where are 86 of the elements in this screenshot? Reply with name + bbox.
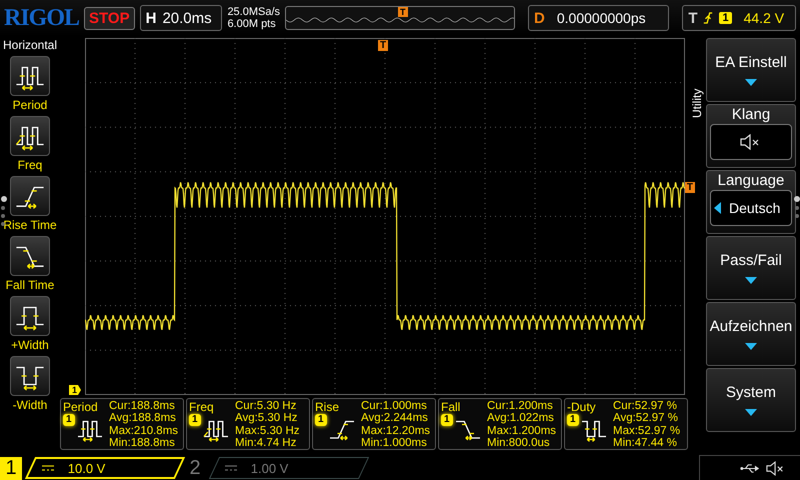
measurement-value: Max:210.8ms — [109, 424, 178, 437]
measurement-value: Avg:1.022ms — [487, 412, 555, 425]
language-select[interactable]: Deutsch — [710, 190, 792, 226]
measurement-name: Rise — [315, 400, 340, 414]
measurement-value: Avg:188.8ms — [109, 412, 177, 425]
menu-option-label: Language — [718, 171, 784, 190]
dc-coupling-icon — [42, 465, 54, 471]
measurement-value: Min:1.000ms — [361, 436, 428, 450]
measurement-value: Max:1.200ms — [487, 424, 556, 437]
measure-type-button[interactable] — [10, 356, 50, 396]
measure-type-button[interactable] — [10, 176, 50, 216]
dropdown-arrow-icon — [745, 343, 757, 350]
measurement-value: Cur:52.97 % — [613, 400, 678, 412]
source-badge: 1 — [441, 414, 453, 426]
measurement-name: Period — [63, 400, 99, 414]
measure-type-button[interactable] — [10, 56, 50, 96]
measure-type-label: -Width — [12, 398, 48, 412]
timebase-value: 20.0ms — [162, 10, 213, 26]
channel-marker[interactable]: 1 — [69, 385, 82, 395]
measure-type-label: Period — [12, 98, 48, 112]
trigger-level-marker[interactable]: T — [684, 182, 695, 193]
measurement-value: Min:800.0us — [487, 436, 551, 450]
measurement-value: Max:12.20ms — [361, 424, 430, 437]
menu-button[interactable]: Aufzeichnen — [706, 302, 796, 366]
measurement-name: -Duty — [567, 400, 597, 414]
measurement-value: Cur:1.200ms — [487, 400, 554, 412]
memory-depth: 6.00M pts — [227, 18, 277, 30]
menu-button[interactable]: Pass/Fail — [706, 236, 796, 300]
measurement-value: Max:5.30 Hz — [235, 424, 300, 437]
trigger-source-badge: 1 — [719, 12, 732, 24]
source-badge: 1 — [189, 414, 201, 426]
dropdown-arrow-icon — [745, 277, 757, 284]
source-badge: 1 — [567, 414, 579, 426]
measurement-value: Min:188.8ms — [109, 436, 176, 450]
measurement-name: Fall — [441, 400, 462, 414]
trigger-level: 44.2 V — [744, 10, 784, 26]
brand-logo: RIGOL — [4, 4, 80, 32]
dropdown-arrow-icon — [745, 409, 757, 416]
measure-type-label: +Width — [11, 338, 49, 352]
timebase-label: H — [146, 10, 156, 26]
menu-button[interactable]: EA Einstell — [706, 38, 796, 102]
measure-type-button[interactable] — [10, 296, 50, 336]
sound-toggle[interactable] — [710, 124, 792, 160]
channel-scale-tab[interactable]: 10.0 V — [24, 457, 186, 479]
menu-title: Horizontal — [2, 38, 58, 52]
trigger-label: T — [688, 10, 698, 26]
measurement-value: Avg:5.30 Hz — [235, 412, 298, 425]
measurement-value: Cur:1.000ms — [361, 400, 428, 412]
measurement-value: Cur:5.30 Hz — [235, 400, 298, 412]
measurement-value: Max:52.97 % — [613, 424, 680, 437]
channel-scale: 10.0 V — [68, 460, 106, 476]
page-indicator — [794, 196, 800, 218]
measurement-value: Min:4.74 Hz — [235, 436, 298, 450]
source-badge: 1 — [315, 414, 327, 426]
rising-edge-icon — [703, 11, 714, 25]
delay-panel[interactable]: D 0.00000000ps — [528, 5, 670, 31]
measurement-value: Cur:188.8ms — [109, 400, 176, 412]
channel-number: 2 — [188, 456, 202, 480]
measure-type-label: Freq — [18, 158, 42, 172]
timebase-panel[interactable]: H 20.0ms — [140, 5, 222, 31]
delay-label: D — [534, 10, 545, 26]
measure-type-label: Rise Time — [3, 218, 57, 232]
delay-value: 0.00000000ps — [556, 10, 646, 26]
dc-coupling-icon — [225, 465, 237, 471]
measurement-value: Min:47.44 % — [613, 436, 678, 450]
trigger-panel[interactable]: T 1 44.2 V — [682, 5, 796, 31]
dropdown-arrow-icon — [745, 79, 757, 86]
measure-type-button[interactable] — [10, 116, 50, 156]
usb-icon — [740, 462, 760, 474]
trigger-marker: T — [398, 7, 408, 17]
measurement-value: Avg:52.97 % — [613, 412, 680, 425]
left-arrow-icon — [714, 202, 721, 214]
measure-type-button[interactable] — [10, 236, 50, 276]
measurement-value: Avg:2.244ms — [361, 412, 429, 425]
source-badge: 1 — [63, 414, 75, 426]
menu-option-label: Klang — [732, 105, 770, 124]
channel-number: 1 — [0, 456, 22, 480]
menu-button[interactable]: System — [706, 368, 796, 432]
measure-type-label: Fall Time — [6, 278, 54, 292]
channel-scale: 1.00 V — [251, 460, 289, 476]
menu-title: Utility — [690, 88, 704, 118]
channel-scale-tab[interactable]: 1.00 V — [208, 457, 370, 479]
sample-rate: 25.0MSa/s — [227, 6, 280, 18]
trigger-position-marker[interactable]: T — [378, 40, 388, 51]
run-stop-button[interactable]: STOP — [84, 6, 135, 30]
measurement-name: Freq — [189, 400, 215, 414]
